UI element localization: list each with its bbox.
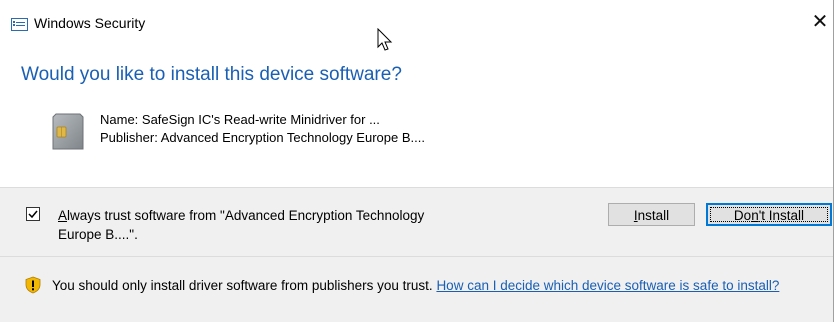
warning-text: You should only install driver software … xyxy=(52,278,437,293)
trust-mnemonic: A xyxy=(58,208,68,223)
shield-warning-icon xyxy=(25,276,41,294)
dont-install-button[interactable]: Don't Install xyxy=(706,203,832,226)
smart-card-icon xyxy=(52,113,84,150)
section-divider xyxy=(0,256,833,257)
mouse-cursor-icon xyxy=(377,28,393,51)
focus-ring xyxy=(710,207,828,222)
title-bar[interactable]: Windows Security ✕ xyxy=(0,0,833,36)
close-icon: ✕ xyxy=(811,9,829,33)
close-button[interactable]: ✕ xyxy=(807,8,833,34)
window-title: Windows Security xyxy=(34,15,146,31)
device-publisher: Publisher: Advanced Encryption Technolog… xyxy=(100,130,425,145)
warning-message: You should only install driver software … xyxy=(52,276,832,295)
always-trust-label[interactable]: Always trust software from "Advanced Enc… xyxy=(58,206,438,244)
trust-label-text: lways trust software from "Advanced Encr… xyxy=(58,208,425,242)
checkmark-icon xyxy=(28,210,38,219)
install-label: nstall xyxy=(637,208,670,223)
dialog-heading: Would you like to install this device so… xyxy=(21,64,402,85)
install-button[interactable]: Install xyxy=(608,203,695,226)
window-app-icon xyxy=(11,18,28,31)
always-trust-checkbox[interactable] xyxy=(26,207,40,221)
windows-security-dialog: Windows Security ✕ Would you like to ins… xyxy=(0,0,834,322)
device-name: Name: SafeSign IC's Read-write Minidrive… xyxy=(100,112,380,127)
help-link[interactable]: How can I decide which device software i… xyxy=(436,278,779,293)
